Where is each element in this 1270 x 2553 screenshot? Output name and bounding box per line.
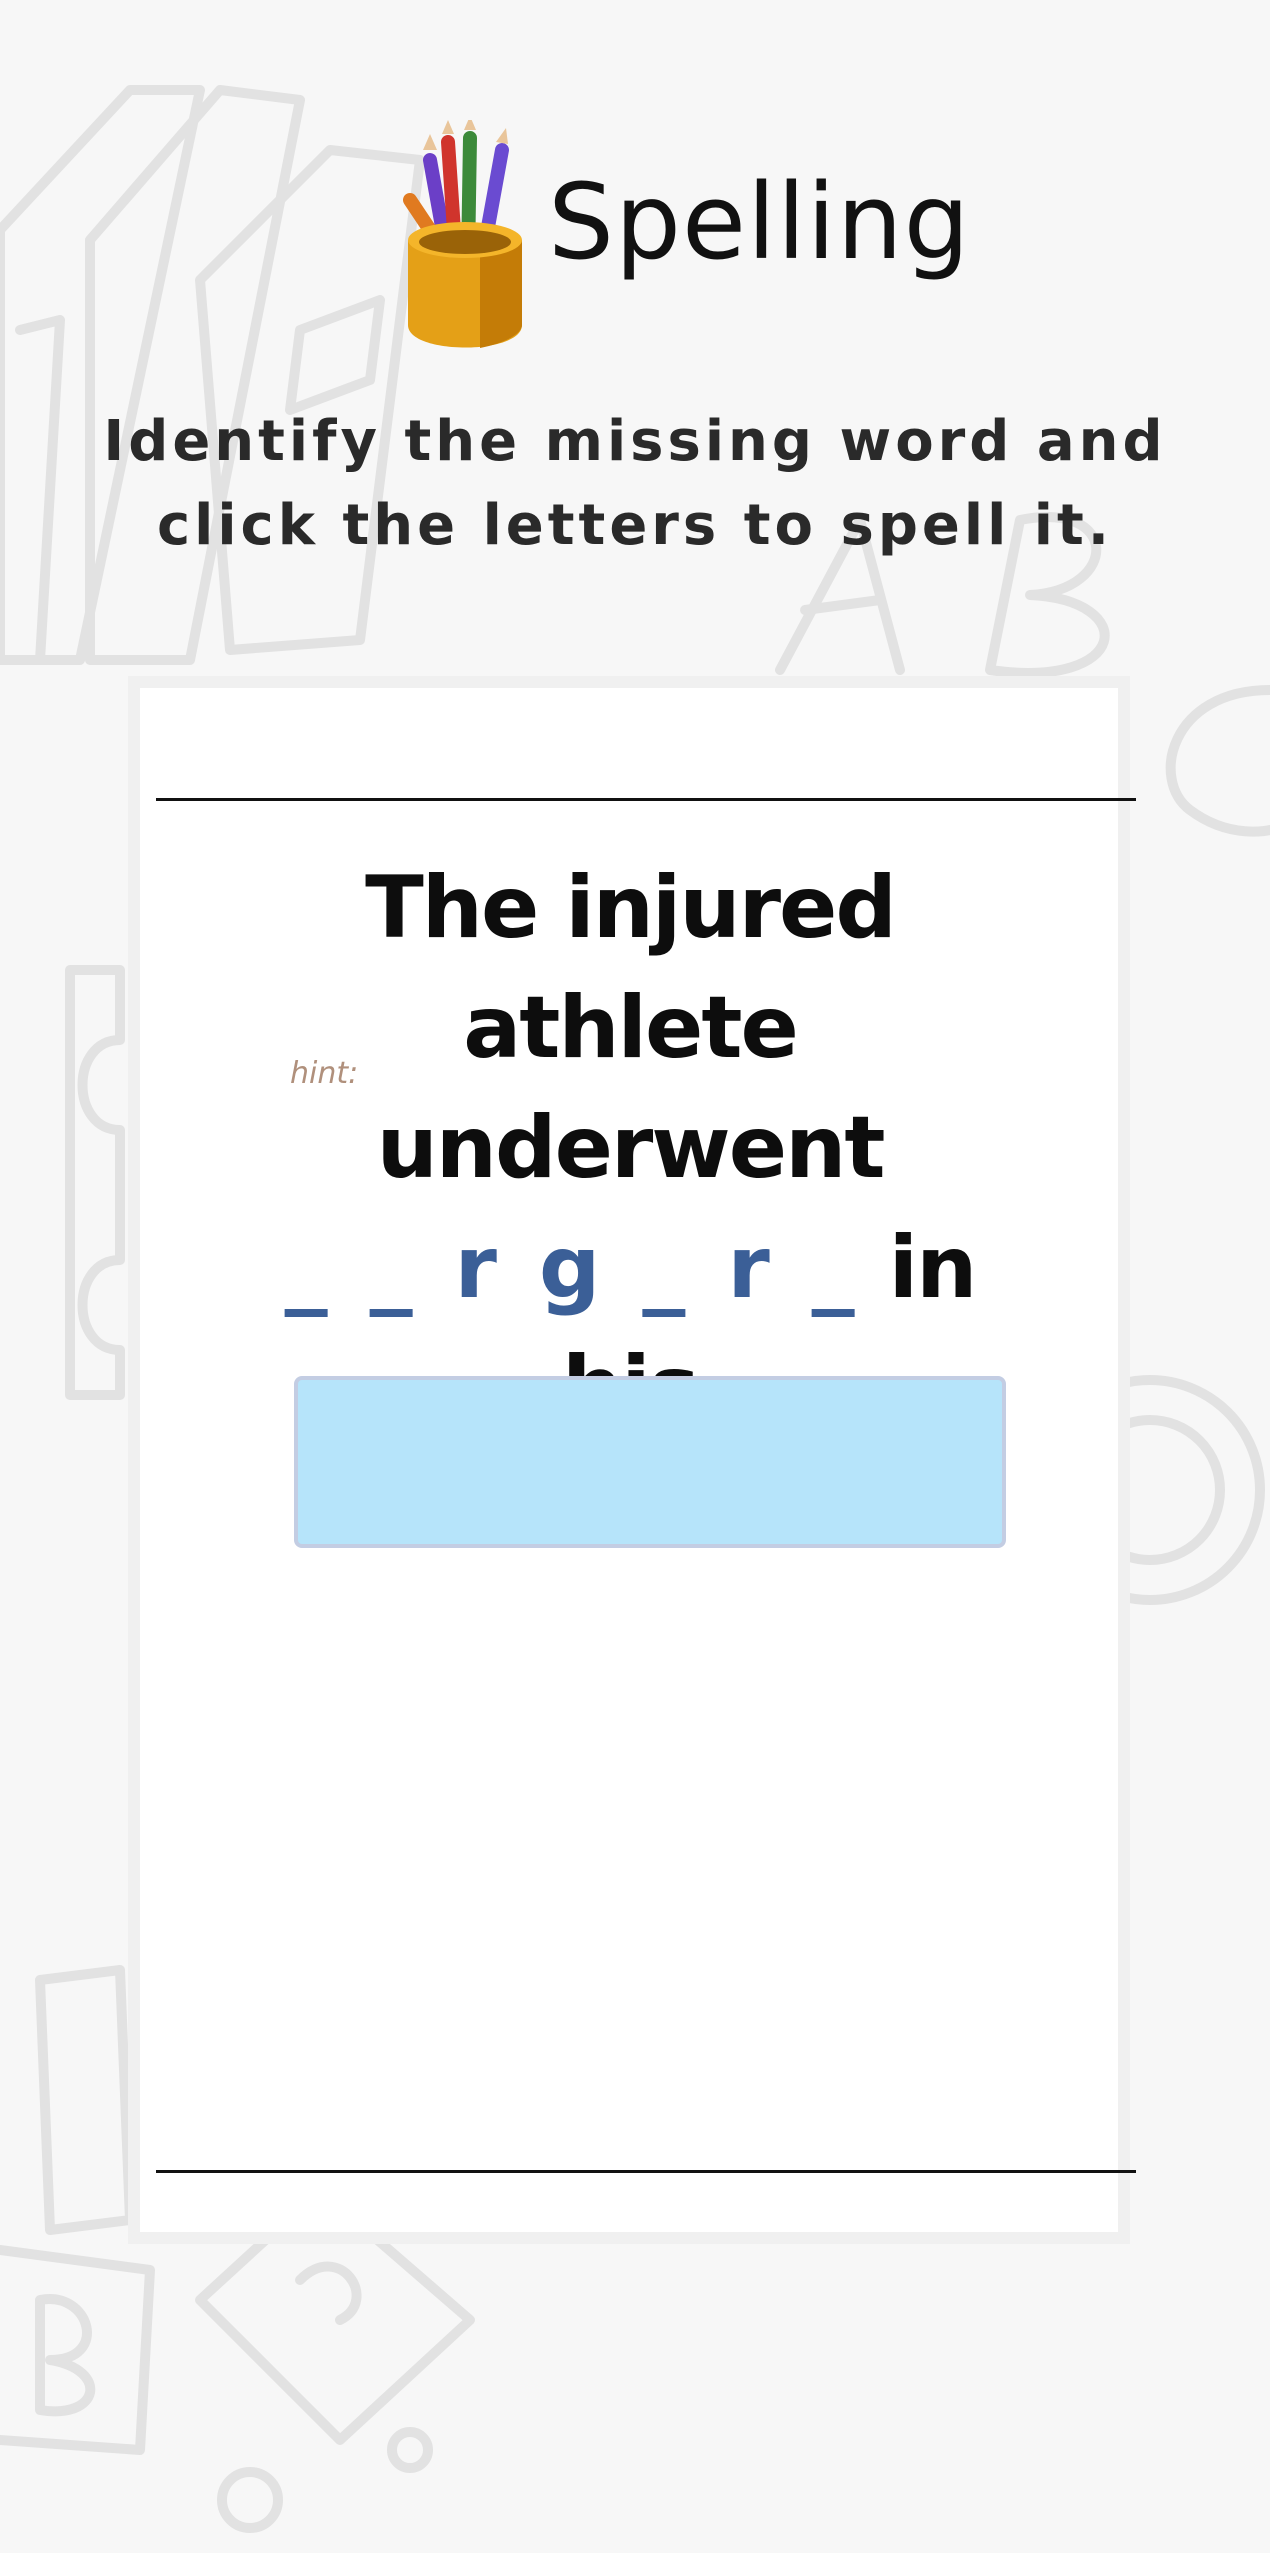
app-title: Spelling — [548, 161, 971, 283]
instructions-line-1: Identify the missing word and — [103, 409, 1167, 474]
app-header: Spelling — [0, 110, 1270, 350]
answer-input-box[interactable] — [294, 1376, 1006, 1548]
sentence-line-1: The injured athlete — [365, 858, 897, 1078]
card-top-divider — [156, 798, 1136, 801]
instructions-text: Identify the missing word and click the … — [0, 400, 1270, 568]
pencil-cup-icon — [403, 120, 522, 348]
missing-word-pattern: _ _ r g _ r _ — [284, 1218, 861, 1318]
card-bottom-divider — [156, 2170, 1136, 2173]
question-card: hint: The injured athlete underwent _ _ … — [128, 676, 1136, 2244]
instructions-line-2: click the letters to spell it. — [156, 493, 1114, 558]
sentence-line-2: underwent — [376, 1098, 886, 1198]
